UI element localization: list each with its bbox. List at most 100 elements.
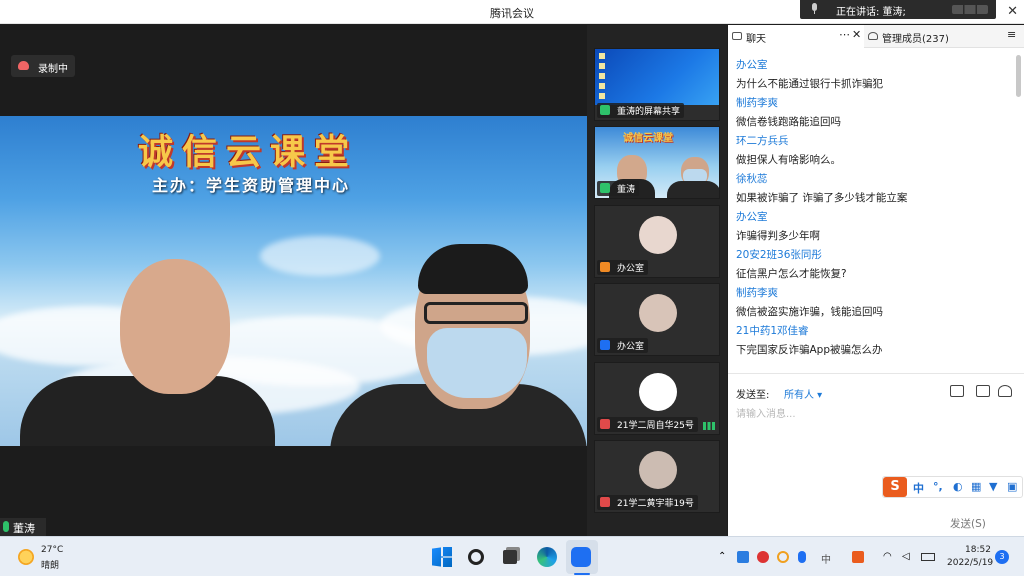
mini-banner-title: 诚信云课堂 (623, 133, 673, 144)
send-button[interactable]: 发送(S) (950, 516, 986, 531)
participant-tile-avatar[interactable]: 21学二黄宇菲19号 (594, 440, 720, 513)
tab-chat[interactable]: 聊天 ⋯ ✕ (728, 25, 864, 48)
message-text: 下完国家反诈骗App被骗怎么办 (736, 344, 883, 356)
participant-label: 办公室 (597, 338, 649, 353)
speaker-name-tag: 董涛 (0, 518, 46, 536)
message-sender[interactable]: 徐秋蕊 (736, 171, 768, 186)
message-text: 微信被盗实施诈骗，钱能追回吗 (736, 306, 883, 318)
chevron-up-icon[interactable]: ⌃ (718, 551, 730, 563)
message-sender[interactable]: 环二方兵兵 (736, 133, 789, 148)
recording-label: 录制中 (38, 64, 68, 75)
sync-icon[interactable] (777, 551, 789, 563)
user-icon (600, 262, 610, 272)
message-sender[interactable]: 办公室 (736, 57, 768, 72)
windows-start-icon[interactable] (432, 547, 452, 567)
chinese-mode-icon[interactable]: 中 (913, 480, 924, 496)
clock-time[interactable]: 18:52 (965, 545, 991, 555)
message-sender[interactable]: 制药李爽 (736, 285, 778, 300)
avatar (639, 451, 677, 489)
weather-condition[interactable]: 晴朗 (41, 558, 59, 571)
chat-icon (732, 32, 742, 40)
cloud-record-icon (18, 61, 29, 70)
battery-icon[interactable] (921, 553, 935, 561)
taskbar: 27°C 晴朗 ⌃ 中 ◠ ◁ 18:52 2022/5/19 3 (0, 536, 1024, 576)
mic-icon[interactable] (798, 551, 806, 563)
speaker-video[interactable]: 诚信云课堂 主办：学生资助管理中心 (0, 116, 587, 446)
folder-icon[interactable] (950, 385, 964, 397)
mic-muted-icon (600, 497, 610, 507)
speaking-indicator: 正在讲话: 董涛; (800, 0, 996, 19)
mic-icon (812, 3, 817, 14)
participant-tile-avatar[interactable]: 21学二周自华25号 (594, 362, 720, 435)
participant-label: 21学二周自华25号 (597, 417, 698, 432)
recording-badge[interactable]: 录制中 (11, 55, 75, 77)
participant-tile-avatar[interactable]: 办公室 (594, 205, 720, 278)
sogou-icon[interactable] (852, 551, 864, 563)
menu-icon[interactable]: ≡ (1007, 28, 1016, 41)
notification-badge[interactable]: 3 (995, 550, 1009, 564)
screenshot-icon[interactable] (976, 385, 990, 397)
keyboard-icon[interactable]: ▦ (971, 480, 981, 493)
participant-label: 董涛的屏幕共享 (597, 103, 685, 118)
punctuation-icon[interactable]: °, (933, 480, 943, 493)
message-text: 微信卷钱跑路能追回吗 (736, 116, 841, 128)
clock-date[interactable]: 2022/5/19 (947, 558, 993, 568)
user-icon[interactable] (998, 385, 1012, 397)
message-sender[interactable]: 制药李爽 (736, 95, 778, 110)
face-mask (427, 328, 527, 398)
task-view-icon[interactable] (503, 550, 517, 564)
chat-panel: 聊天 ⋯ ✕ 管理成员(237) ≡ 办公室 为什么不能通过银行卡抓诈骗犯 制药… (728, 25, 1024, 536)
recipient-select[interactable]: 所有人 ▾ (784, 386, 822, 401)
message-sender[interactable]: 20安2班36张同彤 (736, 247, 822, 262)
banner-subtitle: 主办：学生资助管理中心 (152, 176, 351, 195)
message-sender[interactable]: 21中药1邓佳睿 (736, 323, 809, 338)
tab-members[interactable]: 管理成员(237) ≡ (864, 25, 1024, 48)
message-text: 征信黑户怎么才能恢复? (736, 268, 847, 280)
speaker-name: 董涛 (13, 522, 35, 535)
participant-tile-screen-share[interactable]: 董涛的屏幕共享 (594, 48, 720, 121)
ime-toolbar: S 中 °, ◐ ▦ ▼ ▣ (882, 476, 1023, 498)
participant-tile-video[interactable]: 诚信云课堂 董涛 (594, 126, 720, 199)
send-to-label: 发送至: (736, 390, 770, 401)
toolbox-icon[interactable]: ▣ (1007, 480, 1017, 493)
presenter-2-hair (418, 244, 528, 294)
close-icon[interactable]: ✕ (852, 28, 861, 41)
presenter-1-head (120, 259, 230, 394)
title-bar: 腾讯会议 正在讲话: 董涛; ✕ (0, 0, 1024, 24)
more-icon[interactable]: ⋯ (839, 28, 850, 41)
message-text: 诈骗得判多少年啊 (736, 230, 820, 242)
input-method-icon[interactable]: 中 (821, 551, 833, 566)
user-icon (600, 340, 610, 350)
edge-browser-icon[interactable] (537, 547, 557, 567)
tencent-meeting-icon[interactable] (571, 547, 591, 567)
main-stage: 录制中 诚信云课堂 主办：学生资助管理中心 董涛 (0, 25, 587, 536)
active-app-indicator (574, 573, 590, 575)
message-text: 为什么不能通过银行卡抓诈骗犯 (736, 78, 883, 90)
signal-icon (703, 422, 715, 430)
app-window: 腾讯会议 正在讲话: 董涛; ✕ 录制中 诚信云课堂 主办：学生资助管理中心 董… (0, 0, 1024, 576)
chat-tabs: 聊天 ⋯ ✕ 管理成员(237) ≡ (728, 25, 1024, 48)
avatar (639, 294, 677, 332)
search-icon[interactable] (468, 549, 484, 565)
participant-label: 董涛 (597, 181, 640, 196)
security-icon[interactable] (737, 551, 749, 563)
message-text: 如果被诈骗了 诈骗了多少钱才能立案 (736, 192, 908, 204)
mic-icon[interactable]: ◐ (953, 480, 963, 493)
sun-icon[interactable] (18, 549, 34, 565)
temperature[interactable]: 27°C (41, 545, 63, 555)
volume-icon[interactable]: ◁ (902, 551, 914, 563)
message-input[interactable]: 请输入消息... (736, 405, 796, 420)
speaking-text: 正在讲话: 董涛; (836, 7, 906, 18)
screen-share-icon (600, 105, 610, 115)
mic-muted-icon (600, 419, 610, 429)
close-icon[interactable]: ✕ (1007, 4, 1018, 19)
sogou-icon[interactable]: S (883, 477, 907, 497)
wifi-icon[interactable]: ◠ (883, 551, 895, 563)
participant-tile-avatar[interactable]: 办公室 (594, 283, 720, 356)
signal-icon (952, 5, 988, 14)
screen-share-preview (595, 49, 719, 105)
message-sender[interactable]: 办公室 (736, 209, 768, 224)
skin-icon[interactable]: ▼ (989, 480, 997, 493)
chat-scrollbar[interactable] (1016, 55, 1021, 97)
antivirus-icon[interactable] (757, 551, 769, 563)
